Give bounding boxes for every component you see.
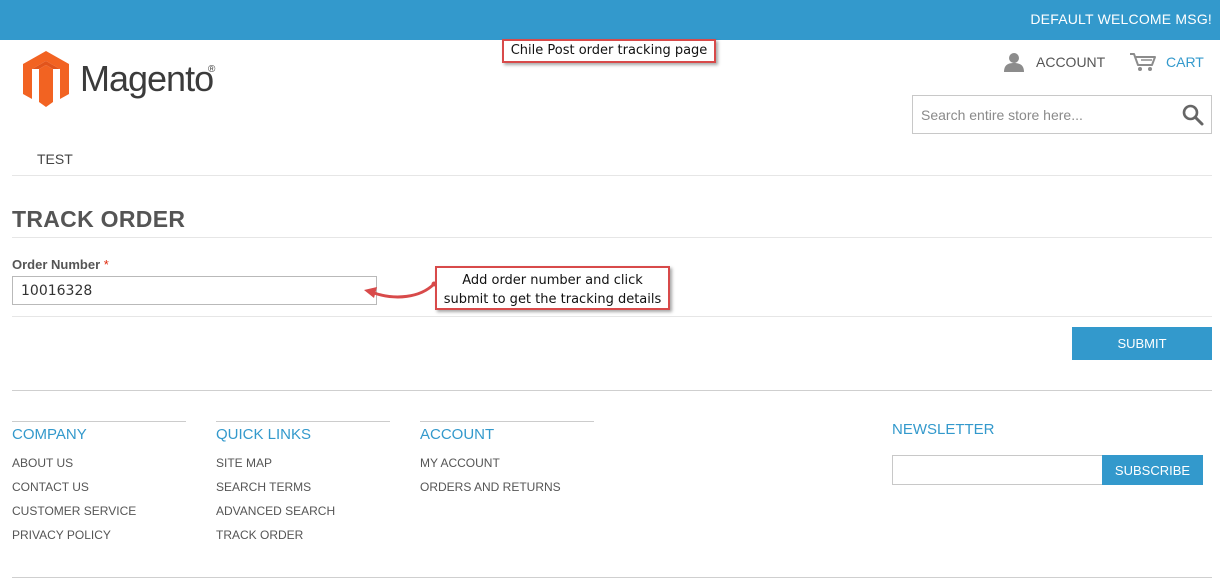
store-logo[interactable]: Magento ® [22, 50, 222, 108]
bottom-divider [12, 577, 1212, 578]
logo-wordmark: Magento [80, 58, 214, 99]
subscribe-button[interactable]: SUBSCRIBE [1102, 455, 1203, 485]
footer-column-title: COMPANY [12, 426, 87, 443]
footer-link-about-us[interactable]: ABOUT US [12, 456, 186, 480]
top-bar: DEFAULT WELCOME MSG! [0, 0, 1220, 40]
nav-item-test[interactable]: TEST [37, 151, 73, 167]
footer-link-orders-and-returns[interactable]: ORDERS AND RETURNS [420, 480, 594, 504]
footer-link-customer-service[interactable]: CUSTOMER SERVICE [12, 504, 186, 528]
cart-link[interactable]: CART [1129, 52, 1204, 72]
newsletter-title: NEWSLETTER [892, 421, 995, 438]
account-link[interactable]: ACCOUNT [1002, 52, 1105, 72]
page-title: TRACK ORDER [12, 206, 186, 232]
footer-column-title: ACCOUNT [420, 426, 495, 443]
annotation-line-1: Add order number and click [462, 273, 643, 288]
account-label: ACCOUNT [1036, 54, 1106, 70]
footer-link-contact-us[interactable]: CONTACT US [12, 480, 186, 504]
search-box [912, 95, 1212, 134]
submit-button[interactable]: SUBMIT [1072, 327, 1212, 360]
search-icon[interactable] [1181, 103, 1205, 127]
footer-divider [12, 390, 1212, 391]
order-number-label: Order Number * [12, 257, 109, 272]
footer-link-site-map[interactable]: SITE MAP [216, 456, 390, 480]
footer-link-search-terms[interactable]: SEARCH TERMS [216, 480, 390, 504]
footer-link-track-order[interactable]: TRACK ORDER [216, 528, 390, 552]
footer-link-advanced-search[interactable]: ADVANCED SEARCH [216, 504, 390, 528]
required-asterisk: * [103, 257, 109, 272]
user-icon [1004, 53, 1024, 72]
cart-label: CART [1166, 54, 1204, 70]
nav-divider [12, 175, 1212, 176]
form-divider [12, 316, 1212, 317]
order-number-input[interactable] [12, 276, 377, 305]
cart-icon [1130, 53, 1156, 71]
order-number-annotation: Add order number and click submit to get… [435, 266, 670, 310]
logo-registered-mark: ® [208, 64, 216, 75]
footer-link-privacy-policy[interactable]: PRIVACY POLICY [12, 528, 186, 552]
annotation-arrow [364, 281, 437, 299]
newsletter-email-input[interactable] [892, 455, 1103, 485]
footer-column-company: COMPANY ABOUT US CONTACT US CUSTOMER SER… [12, 421, 186, 552]
search-input[interactable] [913, 96, 1175, 133]
magento-logo-icon [23, 51, 69, 107]
page-annotation: Chile Post order tracking page [502, 39, 716, 63]
order-number-label-text: Order Number [12, 257, 101, 272]
footer-column-title: QUICK LINKS [216, 426, 312, 443]
footer-link-my-account[interactable]: MY ACCOUNT [420, 456, 594, 480]
title-divider [12, 237, 1212, 238]
footer-column-quick-links: QUICK LINKS SITE MAP SEARCH TERMS ADVANC… [216, 421, 390, 552]
annotation-line-2: submit to get the tracking details [443, 292, 662, 307]
footer-column-account: ACCOUNT MY ACCOUNT ORDERS AND RETURNS [420, 421, 594, 504]
welcome-message: DEFAULT WELCOME MSG! [1030, 11, 1212, 27]
